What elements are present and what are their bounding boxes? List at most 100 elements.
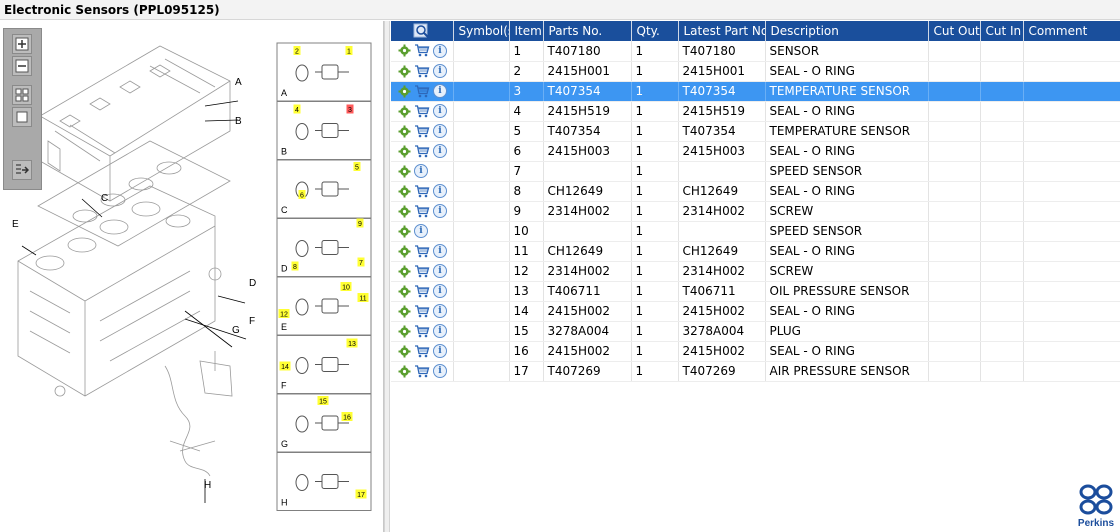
add-to-cart-icon[interactable]: [414, 144, 430, 158]
info-icon[interactable]: i: [433, 344, 447, 358]
detail-panel-d[interactable]: D 8 9 7: [276, 218, 372, 277]
add-to-cart-icon[interactable]: [414, 244, 430, 258]
table-row[interactable]: i 3 T407354 1 T407354 TEMPERATURE SENSOR: [391, 81, 1120, 102]
info-icon[interactable]: i: [414, 224, 428, 238]
col-header-cut-out[interactable]: Cut Out: [928, 21, 981, 41]
detail-panel-f[interactable]: F 14 13: [276, 335, 372, 394]
gear-icon[interactable]: [398, 65, 411, 78]
detail-panel-b[interactable]: B 4 3: [276, 101, 372, 160]
info-icon[interactable]: i: [433, 43, 447, 58]
col-header-description[interactable]: Description: [765, 21, 929, 41]
add-to-cart-icon[interactable]: [414, 264, 430, 278]
callout-11[interactable]: 11: [357, 293, 369, 303]
gear-icon[interactable]: [398, 345, 411, 358]
info-icon[interactable]: i: [433, 64, 447, 78]
callout-17[interactable]: 17: [355, 489, 367, 500]
gear-icon[interactable]: [398, 165, 411, 178]
add-to-cart-icon[interactable]: [414, 64, 430, 78]
callout-15[interactable]: 15: [317, 396, 329, 406]
col-header-parts-no[interactable]: Parts No.: [543, 21, 632, 41]
pane-splitter[interactable]: [384, 21, 390, 532]
table-row[interactable]: i 9 2314H002 1 2314H002 SCREW: [391, 201, 1120, 222]
callout-6[interactable]: 6: [298, 190, 306, 200]
table-row[interactable]: i 15 3278A004 1 3278A004 PLUG: [391, 321, 1120, 342]
callout-12[interactable]: 12: [278, 309, 290, 319]
gear-icon[interactable]: [398, 305, 411, 318]
gear-icon[interactable]: [398, 225, 411, 238]
col-header-comment[interactable]: Comment: [1023, 21, 1120, 41]
callout-13[interactable]: 13: [346, 338, 358, 349]
info-icon[interactable]: i: [433, 84, 447, 98]
add-to-cart-icon[interactable]: [414, 284, 430, 298]
table-row[interactable]: i 6 2415H003 1 2415H003 SEAL - O RING: [391, 141, 1120, 162]
table-row[interactable]: i 17 T407269 1 T407269 AIR PRESSURE SENSOR: [391, 361, 1120, 382]
gear-icon[interactable]: [398, 205, 411, 218]
col-header-item[interactable]: Item: [509, 21, 544, 41]
callout-16[interactable]: 16: [341, 412, 353, 422]
gear-icon[interactable]: [398, 245, 411, 258]
add-to-cart-icon[interactable]: [414, 324, 430, 338]
callout-4[interactable]: 4: [293, 104, 301, 115]
table-row[interactable]: i 16 2415H002 1 2415H002 SEAL - O RING: [391, 341, 1120, 362]
add-to-cart-icon[interactable]: [414, 44, 430, 57]
detail-panel-a[interactable]: A 2 1: [276, 42, 372, 102]
info-icon[interactable]: i: [433, 284, 447, 298]
info-icon[interactable]: i: [433, 204, 447, 218]
zoom-in-button[interactable]: [12, 34, 32, 54]
col-header-qty[interactable]: Qty.: [631, 21, 679, 41]
detail-panel-g[interactable]: G 15 16: [276, 393, 372, 453]
add-to-cart-icon[interactable]: [414, 104, 430, 118]
info-icon[interactable]: i: [433, 304, 447, 318]
table-row[interactable]: i 1 T407180 1 T407180 SENSOR: [391, 41, 1120, 62]
gear-icon[interactable]: [398, 285, 411, 298]
add-to-cart-icon[interactable]: [414, 84, 430, 98]
table-row[interactable]: i 8 CH12649 1 CH12649 SEAL - O RING: [391, 181, 1120, 202]
add-to-cart-icon[interactable]: [414, 344, 430, 358]
table-row[interactable]: i 14 2415H002 1 2415H002 SEAL - O RING: [391, 301, 1120, 322]
add-to-cart-icon[interactable]: [414, 204, 430, 218]
table-row[interactable]: i 7 1 SPEED SENSOR: [391, 161, 1120, 182]
gear-icon[interactable]: [398, 125, 411, 138]
find-in-diagram-header[interactable]: [391, 21, 454, 41]
gear-icon[interactable]: [398, 185, 411, 198]
detail-panel-h[interactable]: H 17: [276, 452, 372, 511]
info-icon[interactable]: i: [433, 104, 447, 118]
gear-icon[interactable]: [398, 105, 411, 118]
add-to-cart-icon[interactable]: [414, 184, 430, 198]
table-row[interactable]: i 10 1 SPEED SENSOR: [391, 221, 1120, 242]
callout-2[interactable]: 2: [293, 46, 301, 56]
col-header-symbols[interactable]: Symbol(s): [453, 21, 510, 41]
table-row[interactable]: i 13 T406711 1 T406711 OIL PRESSURE SENSOR: [391, 281, 1120, 302]
export-button[interactable]: [12, 160, 32, 180]
info-icon[interactable]: i: [433, 244, 447, 258]
add-to-cart-icon[interactable]: [414, 124, 430, 138]
gear-icon[interactable]: [398, 145, 411, 158]
info-icon[interactable]: i: [433, 124, 447, 138]
gear-icon[interactable]: [398, 325, 411, 338]
actual-size-button[interactable]: [12, 107, 32, 127]
table-row[interactable]: i 2 2415H001 1 2415H001 SEAL - O RING: [391, 61, 1120, 82]
info-icon[interactable]: i: [433, 184, 447, 198]
gear-icon[interactable]: [398, 265, 411, 278]
gear-icon[interactable]: [398, 365, 411, 378]
fit-page-button[interactable]: [12, 85, 32, 105]
callout-7[interactable]: 7: [357, 257, 365, 268]
info-icon[interactable]: i: [433, 364, 447, 378]
info-icon[interactable]: i: [433, 264, 447, 278]
zoom-out-button[interactable]: [12, 56, 32, 76]
add-to-cart-icon[interactable]: [414, 364, 430, 378]
col-header-cut-in[interactable]: Cut In: [980, 21, 1024, 41]
exploded-diagram-pane[interactable]: A B C D E F G H A 2 1 B 4 3 C 6 5 D 8 9 7 E 12 10 11 F 14 1…: [0, 21, 384, 532]
callout-14[interactable]: 14: [279, 361, 291, 372]
table-row[interactable]: i 5 T407354 1 T407354 TEMPERATURE SENSOR: [391, 121, 1120, 142]
callout-1[interactable]: 1: [345, 46, 353, 56]
table-row[interactable]: i 4 2415H519 1 2415H519 SEAL - O RING: [391, 101, 1120, 122]
table-row[interactable]: i 11 CH12649 1 CH12649 SEAL - O RING: [391, 241, 1120, 262]
detail-panel-c[interactable]: C 6 5: [276, 159, 372, 219]
gear-icon[interactable]: [398, 44, 411, 57]
info-icon[interactable]: i: [433, 324, 447, 338]
callout-5[interactable]: 5: [353, 162, 361, 172]
info-icon[interactable]: i: [414, 164, 428, 178]
table-row[interactable]: i 12 2314H002 1 2314H002 SCREW: [391, 261, 1120, 282]
detail-panel-e[interactable]: E 12 10 11: [276, 276, 372, 336]
